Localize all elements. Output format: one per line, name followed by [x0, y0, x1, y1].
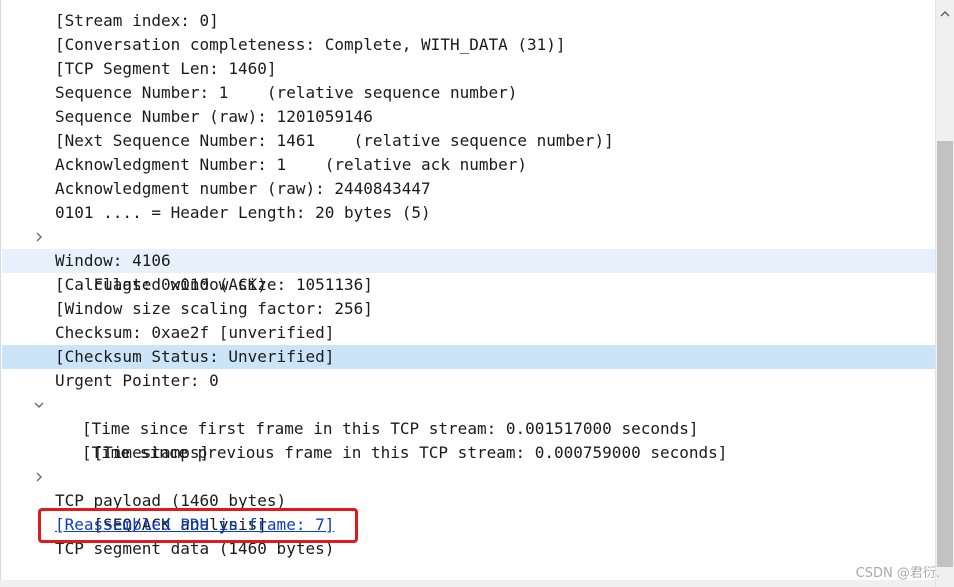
tree-row-timestamps[interactable]: [Timestamps]: [2, 393, 935, 462]
tree-row-seq-ack-analysis[interactable]: [SEQ/ACK analysis]: [2, 465, 935, 534]
vertical-scrollbar[interactable]: [935, 0, 954, 587]
tree-row-urgent-pointer[interactable]: Urgent Pointer: 0: [2, 369, 935, 393]
row-text: Acknowledgment number (raw): 2440843447: [55, 179, 431, 198]
tree-row-segment-len[interactable]: [TCP Segment Len: 1460]: [2, 57, 935, 81]
scrollbar-thumb[interactable]: [937, 141, 953, 567]
tree-row-tcp-payload[interactable]: TCP payload (1460 bytes): [2, 489, 935, 513]
tree-row-ack-number[interactable]: Acknowledgment Number: 1 (relative ack n…: [2, 153, 935, 177]
row-text: [Next Sequence Number: 1461 (relative se…: [55, 131, 614, 150]
tree-row-reassembled-pdu[interactable]: [Reassembled PDU in frame: 7]: [2, 513, 935, 537]
tree-row-window-scaling-factor[interactable]: [Window size scaling factor: 256]: [2, 297, 935, 321]
chevron-down-icon[interactable]: [32, 393, 46, 417]
row-text: Window: 4106: [55, 251, 171, 270]
tree-row-next-sequence-number[interactable]: [Next Sequence Number: 1461 (relative se…: [2, 129, 935, 153]
row-text: Urgent Pointer: 0: [55, 371, 219, 390]
horizontal-scrollbar[interactable]: [0, 580, 935, 587]
row-text: [TCP Segment Len: 1460]: [55, 59, 277, 78]
tree-row-conversation-completeness[interactable]: [Conversation completeness: Complete, WI…: [2, 33, 935, 57]
tree-row-time-since-previous-frame[interactable]: [Time since previous frame in this TCP s…: [2, 441, 935, 465]
row-text: Acknowledgment Number: 1 (relative ack n…: [55, 155, 528, 174]
row-text: [Calculated window size: 1051136]: [55, 275, 373, 294]
tree-row-stream-index[interactable]: [Stream index: 0]: [2, 9, 935, 33]
scroll-up-arrow-icon[interactable]: [936, 6, 954, 22]
row-text: [Conversation completeness: Complete, WI…: [55, 35, 566, 54]
tree-row-checksum[interactable]: Checksum: 0xae2f [unverified]: [2, 321, 935, 345]
watermark-text: CSDN @君衍.: [855, 566, 940, 581]
tree-row-ack-number-raw[interactable]: Acknowledgment number (raw): 2440843447: [2, 177, 935, 201]
row-text: TCP payload (1460 bytes): [55, 491, 287, 510]
chevron-right-icon[interactable]: [32, 465, 46, 489]
chevron-right-icon[interactable]: [32, 225, 46, 249]
row-text: Sequence Number: 1 (relative sequence nu…: [55, 83, 518, 102]
row-text: [Time since first frame in this TCP stre…: [82, 419, 699, 438]
row-text: [Stream index: 0]: [55, 11, 219, 30]
packet-details-tree: [Stream index: 0] [Conversation complete…: [0, 0, 935, 587]
row-text: Sequence Number (raw): 1201059146: [55, 107, 373, 126]
row-text: [Checksum Status: Unverified]: [55, 347, 335, 366]
tree-row-sequence-number-raw[interactable]: Sequence Number (raw): 1201059146: [2, 105, 935, 129]
tree-row-checksum-status[interactable]: [Checksum Status: Unverified]: [2, 345, 935, 369]
tree-row-time-since-first-frame[interactable]: [Time since first frame in this TCP stre…: [2, 417, 935, 441]
row-text: Checksum: 0xae2f [unverified]: [55, 323, 335, 342]
row-text: [Window size scaling factor: 256]: [55, 299, 373, 318]
tree-row-header-length[interactable]: 0101 .... = Header Length: 20 bytes (5): [2, 201, 935, 225]
row-text: 0101 .... = Header Length: 20 bytes (5): [55, 203, 431, 222]
tree-row-calculated-window-size[interactable]: [Calculated window size: 1051136]: [2, 273, 935, 297]
tree-row-flags[interactable]: Flags: 0x010 (ACK): [2, 225, 935, 294]
tree-row-window[interactable]: Window: 4106: [2, 249, 935, 273]
row-text: [Time since previous frame in this TCP s…: [82, 443, 728, 462]
reassembled-pdu-link[interactable]: [Reassembled PDU in frame: 7]: [55, 515, 334, 534]
tree-row-tcp-segment-data[interactable]: TCP segment data (1460 bytes): [2, 537, 935, 561]
tree-row-sequence-number[interactable]: Sequence Number: 1 (relative sequence nu…: [2, 81, 935, 105]
row-text: TCP segment data (1460 bytes): [55, 539, 335, 558]
